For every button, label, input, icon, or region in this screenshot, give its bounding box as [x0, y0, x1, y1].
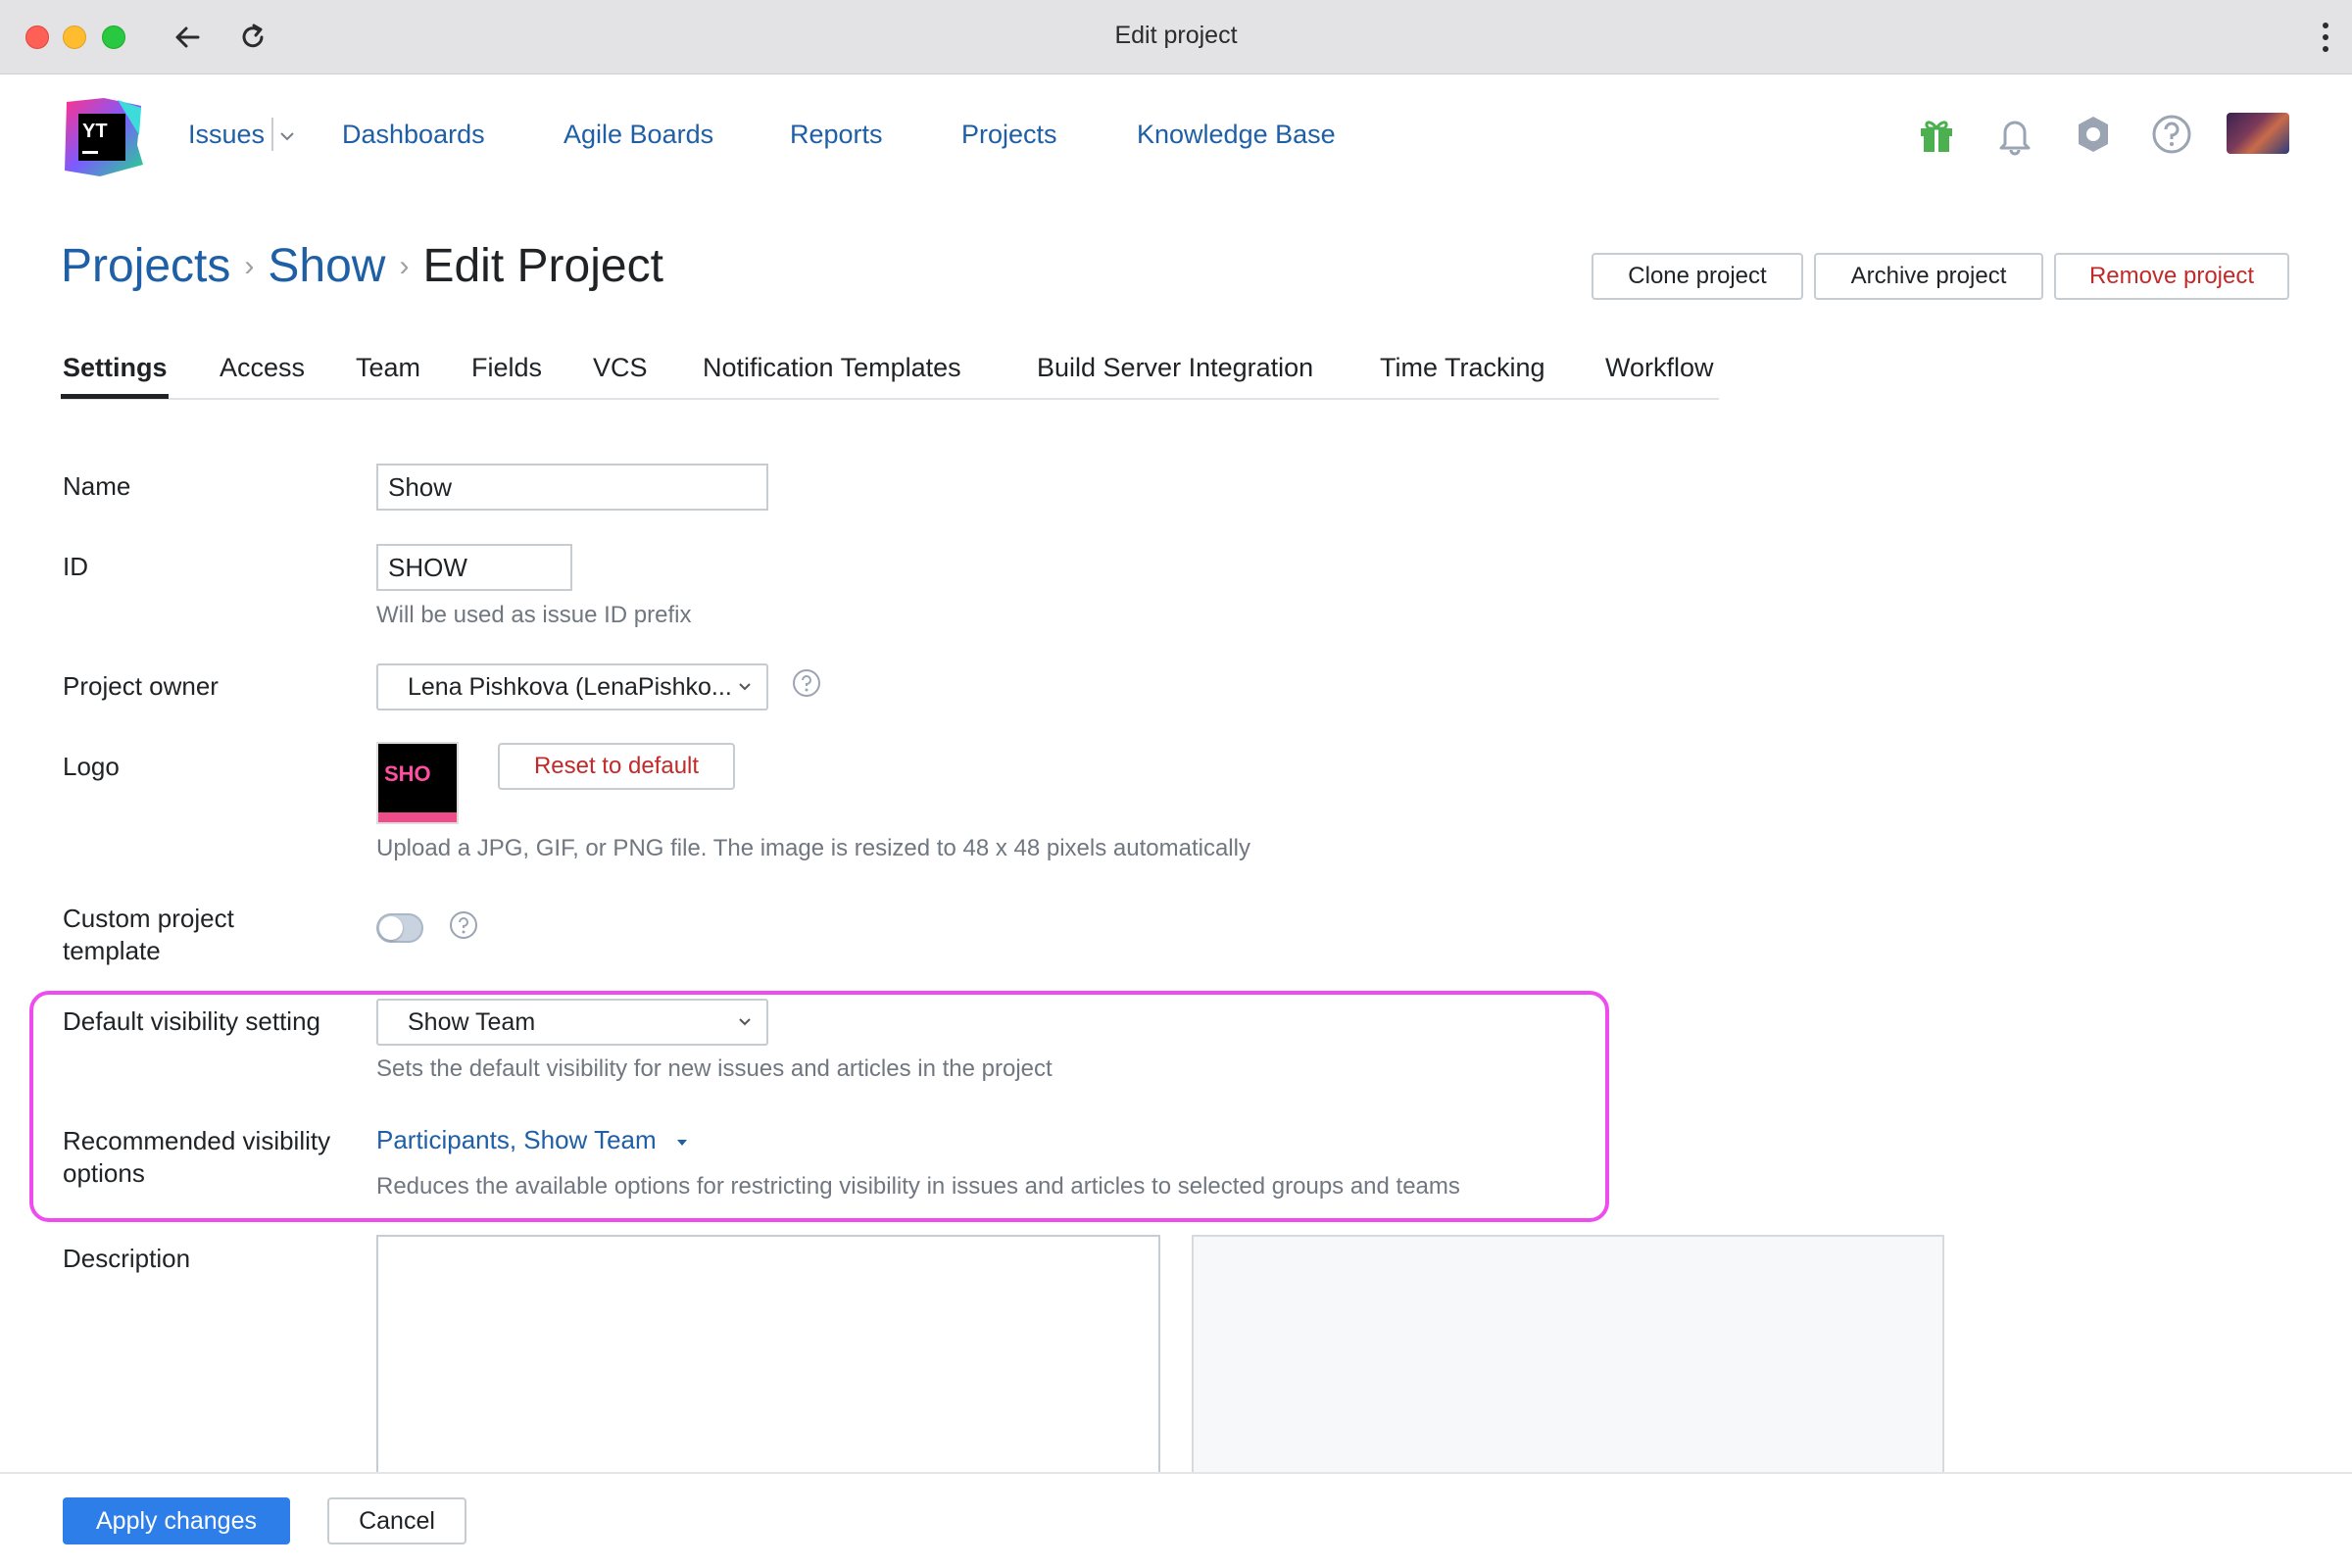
breadcrumb-separator: ›: [244, 250, 255, 282]
window-title: Edit project: [1114, 22, 1238, 49]
chevron-down-icon: [739, 1018, 751, 1026]
tab-vcs[interactable]: VCS: [593, 353, 648, 383]
tab-notification-templates[interactable]: Notification Templates: [703, 353, 961, 383]
id-label: ID: [63, 552, 88, 581]
tab-build-server-integration[interactable]: Build Server Integration: [1037, 353, 1313, 383]
recommended-visibility-link[interactable]: Participants, Show Team: [376, 1125, 657, 1155]
project-owner-select[interactable]: Lena Pishkova (LenaPishko...: [376, 663, 768, 710]
caret-down-icon[interactable]: [676, 1139, 688, 1147]
project-owner-value: Lena Pishkova (LenaPishko...: [408, 673, 732, 701]
project-logo-bar: [378, 812, 457, 822]
breadcrumb-project-link[interactable]: Show: [268, 240, 385, 292]
nav-projects[interactable]: Projects: [961, 120, 1057, 150]
tab-fields[interactable]: Fields: [471, 353, 542, 383]
logo-hint: Upload a JPG, GIF, or PNG file. The imag…: [376, 835, 1250, 861]
nav-knowledge-base[interactable]: Knowledge Base: [1137, 120, 1336, 150]
logo-text: YT: [82, 121, 108, 142]
custom-template-toggle[interactable]: [376, 913, 423, 943]
clone-project-button[interactable]: Clone project: [1592, 253, 1803, 300]
breadcrumb-projects-link[interactable]: Projects: [61, 240, 230, 292]
default-visibility-value: Show Team: [408, 1008, 536, 1036]
window-titlebar: Edit project: [0, 0, 2352, 74]
tab-workflow[interactable]: Workflow: [1605, 353, 1714, 383]
tab-team[interactable]: Team: [356, 353, 420, 383]
active-tab-indicator: [61, 394, 169, 399]
cancel-button[interactable]: Cancel: [327, 1497, 466, 1544]
recommended-visibility-hint: Reduces the available options for restri…: [376, 1173, 1460, 1200]
name-input[interactable]: Show: [376, 464, 768, 511]
description-preview: [1192, 1235, 1944, 1480]
description-label: Description: [63, 1244, 191, 1273]
nav-reports[interactable]: Reports: [790, 120, 883, 150]
name-label: Name: [63, 471, 131, 501]
breadcrumb: Projects › Show › Edit Project: [61, 239, 663, 293]
gift-icon[interactable]: [1915, 113, 1958, 156]
apply-changes-button[interactable]: Apply changes: [63, 1497, 290, 1544]
project-logo-preview[interactable]: SHO: [376, 742, 459, 824]
project-owner-label: Project owner: [63, 671, 219, 701]
description-editor[interactable]: [376, 1235, 1160, 1480]
default-visibility-hint: Sets the default visibility for new issu…: [376, 1055, 1053, 1082]
tab-settings[interactable]: Settings: [63, 353, 168, 383]
bell-icon[interactable]: [1993, 113, 2036, 156]
nav-separator: [271, 118, 273, 151]
page-title: Edit Project: [422, 240, 663, 292]
nav-issues[interactable]: Issues: [188, 120, 265, 150]
issues-dropdown-chevron-icon[interactable]: [278, 129, 296, 143]
default-visibility-label: Default visibility setting: [63, 1006, 320, 1036]
project-owner-help-icon[interactable]: [792, 668, 821, 698]
more-options-icon[interactable]: [2321, 22, 2330, 53]
custom-template-help-icon[interactable]: [449, 910, 478, 940]
logo-label: Logo: [63, 752, 120, 781]
recommended-visibility-label: Recommended visibility options: [63, 1126, 331, 1188]
remove-project-button[interactable]: Remove project: [2054, 253, 2289, 300]
chevron-down-icon: [739, 683, 751, 691]
breadcrumb-separator: ›: [399, 250, 410, 282]
nav-dashboards[interactable]: Dashboards: [342, 120, 485, 150]
settings-gear-icon[interactable]: [2072, 113, 2115, 156]
custom-template-label: Custom project template: [63, 904, 234, 965]
help-icon[interactable]: [2150, 113, 2193, 156]
archive-project-button[interactable]: Archive project: [1814, 253, 2043, 300]
default-visibility-select[interactable]: Show Team: [376, 999, 768, 1046]
reset-logo-button[interactable]: Reset to default: [498, 743, 735, 790]
tab-access[interactable]: Access: [220, 353, 305, 383]
settings-tabs: Settings Access Team Fields VCS Notifica…: [61, 353, 1719, 400]
id-hint: Will be used as issue ID prefix: [376, 602, 692, 628]
user-avatar[interactable]: [2227, 113, 2289, 154]
project-logo-text: SHO: [384, 761, 431, 786]
nav-agile-boards[interactable]: Agile Boards: [564, 120, 713, 150]
toggle-knob: [379, 916, 403, 940]
youtrack-logo[interactable]: YT: [61, 96, 143, 178]
tab-time-tracking[interactable]: Time Tracking: [1380, 353, 1545, 383]
id-input[interactable]: SHOW: [376, 544, 572, 591]
